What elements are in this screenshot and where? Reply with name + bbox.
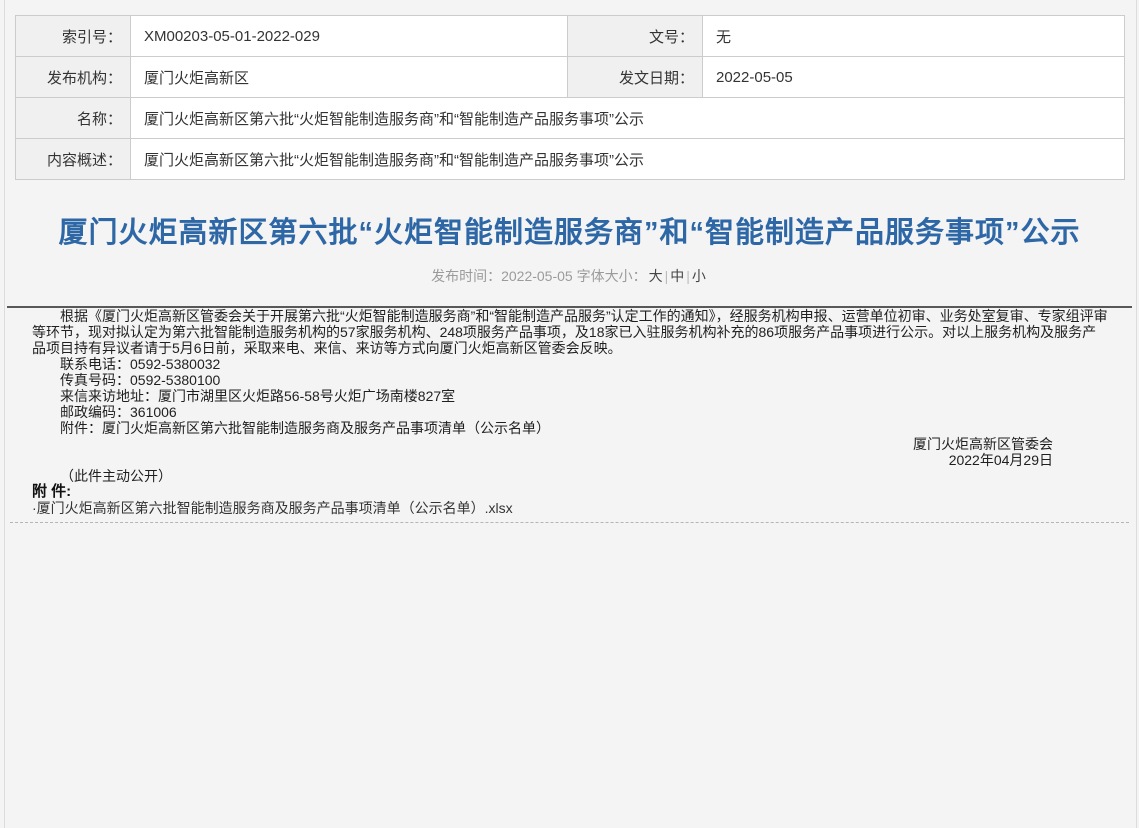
- bottom-dashed-divider: [10, 522, 1129, 523]
- article-body: 根据《厦门火炬高新区管委会关于开展第六批“火炬智能制造服务商”和“智能制造产品服…: [0, 308, 1139, 516]
- fax-number-line: 传真号码：0592-5380100: [32, 372, 1109, 388]
- contact-phone-line: 联系电话：0592-5380032: [32, 356, 1109, 372]
- summary-label: 内容概述：: [16, 139, 131, 180]
- publisher-label: 发布机构：: [16, 57, 131, 98]
- table-row: 发布机构： 厦门火炬高新区 发文日期： 2022-05-05: [16, 57, 1125, 98]
- attachments-heading: 附 件:: [32, 484, 1109, 500]
- attachment-note-line: 附件：厦门火炬高新区第六批智能制造服务商及服务产品事项清单（公示名单）: [32, 420, 1109, 436]
- font-size-large-button[interactable]: 大: [649, 268, 663, 284]
- publish-meta-line: 发布时间：2022-05-05 字体大小：大|中|小: [0, 266, 1139, 286]
- font-size-small-button[interactable]: 小: [692, 268, 706, 284]
- table-row: 名称： 厦门火炬高新区第六批“火炬智能制造服务商”和“智能制造产品服务事项”公示: [16, 98, 1125, 139]
- table-row: 内容概述： 厦门火炬高新区第六批“火炬智能制造服务商”和“智能制造产品服务事项”…: [16, 139, 1125, 180]
- name-value: 厦门火炬高新区第六批“火炬智能制造服务商”和“智能制造产品服务事项”公示: [131, 98, 1125, 139]
- announcement-page: 索引号： XM00203-05-01-2022-029 文号： 无 发布机构： …: [0, 0, 1139, 828]
- signature-date: 2022年04月29日: [32, 452, 1109, 468]
- index-number-label: 索引号：: [16, 16, 131, 57]
- attachment-file-link[interactable]: ·厦门火炬高新区第六批智能制造服务商及服务产品事项清单（公示名单）.xlsx: [32, 500, 1109, 516]
- publish-time-label: 发布时间：: [431, 268, 501, 284]
- publisher-value: 厦门火炬高新区: [131, 57, 568, 98]
- font-size-medium-button[interactable]: 中: [670, 268, 684, 284]
- issue-date-label: 发文日期：: [568, 57, 703, 98]
- name-label: 名称：: [16, 98, 131, 139]
- font-size-separator: |: [686, 268, 690, 284]
- summary-value: 厦门火炬高新区第六批“火炬智能制造服务商”和“智能制造产品服务事项”公示: [131, 139, 1125, 180]
- postal-code-line: 邮政编码：361006: [32, 404, 1109, 420]
- issue-date-value: 2022-05-05: [703, 57, 1125, 98]
- doc-number-label: 文号：: [568, 16, 703, 57]
- page-title: 厦门火炬高新区第六批“火炬智能制造服务商”和“智能制造产品服务事项”公示: [52, 213, 1087, 253]
- font-size-label: 字体大小：: [573, 268, 647, 284]
- doc-number-value: 无: [703, 16, 1125, 57]
- disclosure-note: （此件主动公开）: [32, 468, 1109, 484]
- announcement-paragraph: 根据《厦门火炬高新区管委会关于开展第六批“火炬智能制造服务商”和“智能制造产品服…: [32, 308, 1109, 356]
- font-size-separator: |: [665, 268, 669, 284]
- signature-organization: 厦门火炬高新区管委会: [32, 436, 1109, 452]
- document-info-table: 索引号： XM00203-05-01-2022-029 文号： 无 发布机构： …: [15, 15, 1125, 180]
- table-row: 索引号： XM00203-05-01-2022-029 文号： 无: [16, 16, 1125, 57]
- index-number-value: XM00203-05-01-2022-029: [131, 16, 568, 57]
- publish-time-value: 2022-05-05: [501, 268, 573, 284]
- visit-address-line: 来信来访地址：厦门市湖里区火炬路56-58号火炬广场南楼827室: [32, 388, 1109, 404]
